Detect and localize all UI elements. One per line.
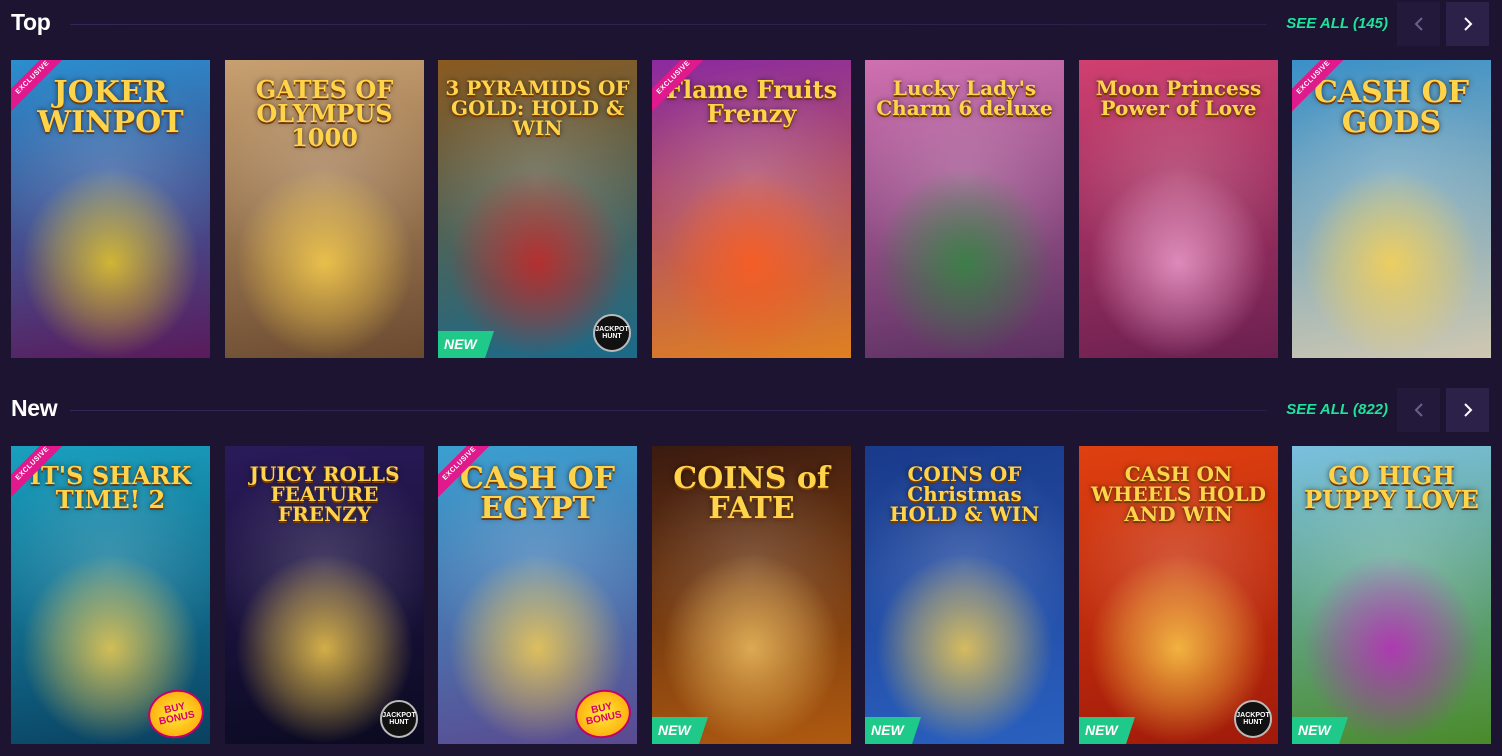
jackpot-hunt-badge: JACKPOT HUNT xyxy=(1234,700,1272,738)
game-card[interactable]: Lucky Lady's Charm 6 deluxe xyxy=(865,60,1064,358)
game-card[interactable]: CASH OF GODS EXCLUSIVE xyxy=(1292,60,1491,358)
jackpot-hunt-badge: JACKPOT HUNT xyxy=(593,314,631,352)
section-header: Top SEE ALL (145) xyxy=(0,0,1502,50)
game-card[interactable]: 3 PYRAMIDS OF GOLD: HOLD & WIN NEW JACKPOT… xyxy=(438,60,637,358)
game-title: GO HIGH PUPPY LOVE xyxy=(1304,461,1479,514)
game-title: Moon Princess Power of Love xyxy=(1095,76,1262,120)
carousel-next-button[interactable] xyxy=(1446,2,1489,46)
new-badge: NEW xyxy=(438,331,494,358)
game-card[interactable]: GATES OF OLYMPUS 1000 xyxy=(225,60,424,358)
section-title: Top xyxy=(11,9,51,35)
jackpot-hunt-badge: JACKPOT HUNT xyxy=(380,700,418,738)
game-title: 3 PYRAMIDS OF GOLD: HOLD & WIN xyxy=(445,76,630,140)
carousel-prev-button[interactable] xyxy=(1397,2,1440,46)
see-all-link[interactable]: SEE ALL (822) xyxy=(1286,401,1388,418)
chevron-right-icon xyxy=(1463,403,1472,417)
section-header: New SEE ALL (822) xyxy=(0,386,1502,436)
game-title: GATES OF OLYMPUS 1000 xyxy=(255,75,394,152)
new-badge: NEW xyxy=(865,717,921,744)
carousel-prev-button[interactable] xyxy=(1397,388,1440,432)
section-divider xyxy=(70,24,1267,25)
chevron-left-icon xyxy=(1414,403,1423,417)
section-new: New SEE ALL (822) IT'S SHARK TIME! 2 EXCL… xyxy=(0,386,1502,744)
carousel-next-button[interactable] xyxy=(1446,388,1489,432)
game-card[interactable]: CASH ON WHEELS HOLD AND WIN NEW JACKPOT HU… xyxy=(1079,446,1278,744)
game-title: CASH OF GODS xyxy=(1313,75,1470,140)
game-title: Flame Fruits Frenzy xyxy=(665,75,838,128)
game-row: IT'S SHARK TIME! 2 EXCLUSIVE BUY BONUS JUIC… xyxy=(11,446,1491,744)
game-title: COINS OF Christmas HOLD & WIN xyxy=(889,462,1040,526)
game-card[interactable]: IT'S SHARK TIME! 2 EXCLUSIVE BUY BONUS xyxy=(11,446,210,744)
game-card[interactable]: GO HIGH PUPPY LOVE NEW xyxy=(1292,446,1491,744)
section-title: New xyxy=(11,395,58,421)
game-card[interactable]: Flame Fruits Frenzy EXCLUSIVE xyxy=(652,60,851,358)
new-badge: NEW xyxy=(1079,717,1135,744)
game-card[interactable]: JUICY ROLLS FEATURE FRENZY JACKPOT HUNT xyxy=(225,446,424,744)
game-card[interactable]: JOKER WINPOT EXCLUSIVE xyxy=(11,60,210,358)
section-top: Top SEE ALL (145) JOKER WINPOT EXCLUSIVE G… xyxy=(0,0,1502,358)
game-card[interactable]: Moon Princess Power of Love xyxy=(1079,60,1278,358)
game-row: JOKER WINPOT EXCLUSIVE GATES OF OLYMPUS 10… xyxy=(11,60,1491,358)
chevron-left-icon xyxy=(1414,17,1423,31)
game-title: CASH OF EGYPT xyxy=(459,461,616,526)
game-card[interactable]: COINS OF Christmas HOLD & WIN NEW xyxy=(865,446,1064,744)
game-title: IT'S SHARK TIME! 2 xyxy=(29,461,192,514)
see-all-link[interactable]: SEE ALL (145) xyxy=(1286,15,1388,32)
new-badge: NEW xyxy=(1292,717,1348,744)
game-title: COINS of FATE xyxy=(673,461,830,526)
game-title: JOKER WINPOT xyxy=(37,75,184,140)
game-title: Lucky Lady's Charm 6 deluxe xyxy=(876,76,1053,120)
game-title: CASH ON WHEELS HOLD AND WIN xyxy=(1090,462,1267,526)
game-card[interactable]: COINS of FATE NEW xyxy=(652,446,851,744)
new-badge: NEW xyxy=(652,717,708,744)
game-card[interactable]: CASH OF EGYPT EXCLUSIVE BUY BONUS xyxy=(438,446,637,744)
game-title: JUICY ROLLS FEATURE FRENZY xyxy=(249,462,400,526)
section-divider xyxy=(70,410,1267,411)
chevron-right-icon xyxy=(1463,17,1472,31)
